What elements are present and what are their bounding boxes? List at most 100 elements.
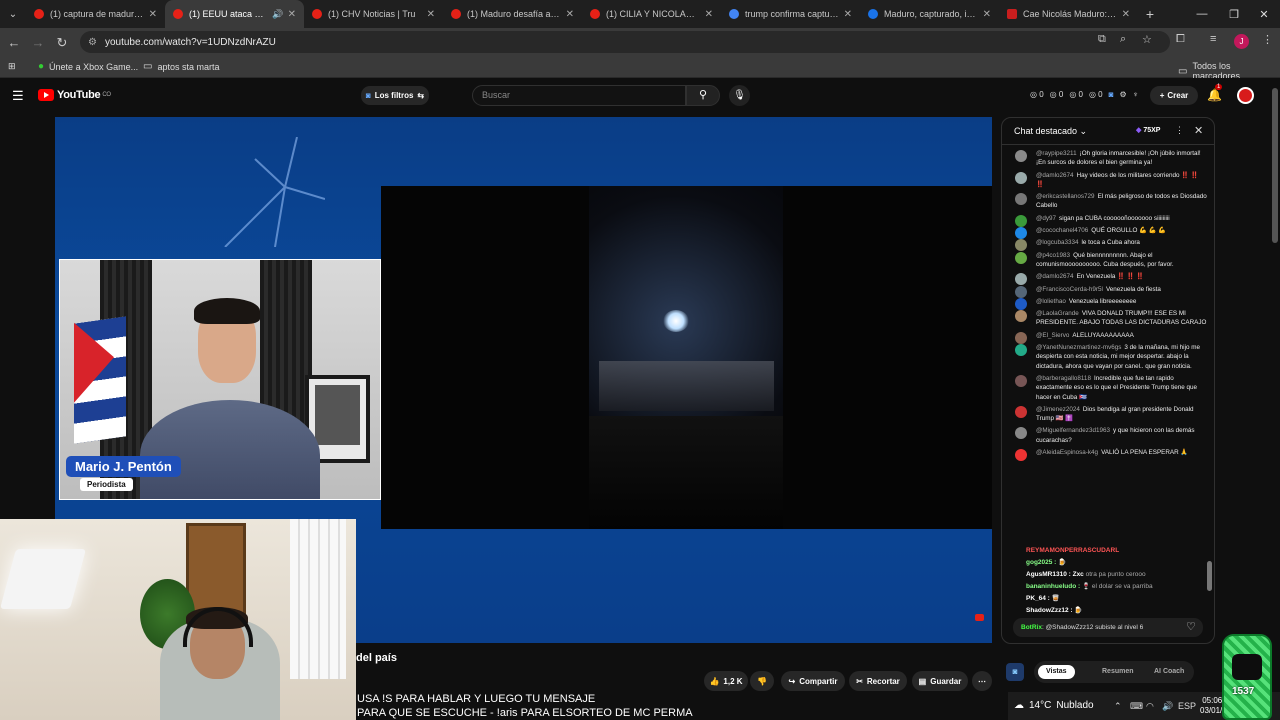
close-tab-icon[interactable]: ✕ <box>149 9 157 20</box>
chat-avatar[interactable] <box>1015 344 1027 357</box>
url-bar[interactable]: ⚙ youtube.com/watch?v=1UDNzdNrAZU <box>80 31 1170 53</box>
microphone-icon[interactable]: 🎙 <box>729 85 750 106</box>
browser-tab[interactable]: (1) CILIA Y NICOLAS MAD ✕ <box>582 0 721 28</box>
close-tab-icon[interactable]: ✕ <box>1122 9 1130 20</box>
youtube-logo[interactable]: YouTube CO <box>38 89 111 101</box>
close-tab-icon[interactable]: ✕ <box>983 9 991 20</box>
clip-button[interactable]: ✂ Recortar <box>849 671 907 691</box>
language-indicator[interactable]: ESP <box>1178 701 1196 711</box>
browser-menu-icon[interactable]: ⋮ <box>1262 33 1273 46</box>
minimize-icon[interactable]: — <box>1186 0 1218 28</box>
new-tab-icon[interactable]: + <box>1138 6 1162 22</box>
chat-author[interactable]: @Miguelfernandez3d1963 <box>1036 427 1110 434</box>
chat-author[interactable]: @logcuba3334 <box>1036 239 1078 246</box>
chat-avatar[interactable] <box>1015 449 1027 462</box>
filters-button[interactable]: ◙ Los filtros ⇆ <box>361 86 429 105</box>
like-button[interactable]: 👍 1,2 K <box>704 671 748 691</box>
site-info-icon[interactable]: ⚙ <box>88 37 97 48</box>
share-button[interactable]: ↪ Compartir <box>781 671 845 691</box>
back-icon[interactable]: ← <box>2 35 26 50</box>
chat-avatar[interactable] <box>1015 193 1027 206</box>
account-avatar[interactable] <box>1237 87 1254 104</box>
apps-grid-icon[interactable]: ⊞ <box>8 61 16 72</box>
browser-tab[interactable]: (1) captura de maduro - Y ✕ <box>26 0 165 28</box>
close-tab-icon[interactable]: ✕ <box>705 9 713 20</box>
dislike-button[interactable]: 👎 <box>750 671 774 691</box>
xp-badge[interactable]: ◆ 75XP <box>1136 126 1160 134</box>
chat-author[interactable]: @damlo2674 <box>1036 172 1074 179</box>
chat-author[interactable]: @LaolaGrande <box>1036 310 1079 317</box>
bookmark-folder[interactable]: ▭ aptos sta marta <box>143 61 219 72</box>
chat-avatar[interactable] <box>1015 273 1027 286</box>
search-input[interactable]: Buscar <box>472 85 686 106</box>
browser-tab[interactable]: trump confirma captura d ✕ <box>721 0 860 28</box>
chat-close-icon[interactable]: ✕ <box>1194 124 1203 137</box>
create-button[interactable]: + Crear <box>1150 86 1198 105</box>
chat-avatar[interactable] <box>1015 285 1027 298</box>
wifi-icon[interactable]: ◠ <box>1146 701 1154 712</box>
extension-icon[interactable]: ◙ <box>1006 663 1024 681</box>
browser-tab[interactable]: (1) Maduro desafía a Trun ✕ <box>443 0 582 28</box>
chat-author[interactable]: @p4co1983 <box>1036 252 1070 259</box>
search-icon[interactable]: ⚲ <box>686 85 720 106</box>
chat-author[interactable]: @YanetNunezmartinez-mv6gs <box>1036 344 1121 351</box>
browser-tab[interactable]: Cae Nicolás Maduro: Esta ✕ <box>999 0 1138 28</box>
chat-avatar[interactable] <box>1015 171 1027 184</box>
chat-avatar[interactable] <box>1015 150 1027 162</box>
chat-author[interactable]: @cocochanel4706 <box>1036 227 1088 234</box>
chat-avatar[interactable] <box>1015 251 1027 264</box>
chat-author[interactable]: @loliethao <box>1036 298 1066 305</box>
reload-icon[interactable]: ↻ <box>50 35 74 51</box>
tab-vistas[interactable]: Vistas <box>1038 665 1075 679</box>
weather-widget[interactable]: ☁ 14°C Nublado <box>1014 700 1094 711</box>
chat-author[interactable]: @raypipe3211 <box>1036 150 1077 157</box>
audio-playing-icon[interactable]: 🔊 <box>272 9 283 20</box>
chat-author[interactable]: @erikcastellanos729 <box>1036 193 1095 200</box>
close-tab-icon[interactable]: ✕ <box>566 9 574 20</box>
chat-author[interactable]: @FranciscoCerda-h9r5l <box>1036 286 1103 293</box>
forward-icon[interactable]: → <box>26 35 50 50</box>
chat-author[interactable]: @dy97 <box>1036 215 1056 222</box>
chat-avatar[interactable] <box>1015 405 1027 418</box>
tab-resumen[interactable]: Resumen <box>1094 665 1142 679</box>
bookmark-xbox[interactable]: ● Únete a Xbox Game... <box>38 61 138 72</box>
chat-mode-dropdown[interactable]: Chat destacado ⌄ <box>1014 126 1087 137</box>
heart-reaction-icon[interactable]: ♡ <box>1186 620 1196 633</box>
chat-scrollbar[interactable] <box>1207 147 1212 607</box>
chat-avatar[interactable] <box>1015 239 1027 252</box>
menu-icon[interactable]: ☰ <box>12 88 24 104</box>
restore-icon[interactable]: ❐ <box>1218 0 1250 28</box>
browser-tab[interactable]: (1) EEUU ataca al régi 🔊 ✕ <box>165 0 304 28</box>
chat-avatar[interactable] <box>1015 374 1027 387</box>
chevron-up-icon[interactable]: ⌃ <box>1114 701 1122 712</box>
chat-author[interactable]: @AleidaEspinosa-k4g <box>1036 449 1098 456</box>
close-tab-icon[interactable]: ✕ <box>288 9 296 20</box>
reading-list-icon[interactable]: ≡ <box>1210 33 1216 45</box>
chat-author[interactable]: @barberagallo8118 <box>1036 375 1091 382</box>
chat-avatar[interactable] <box>1015 427 1027 440</box>
browser-tab[interactable]: (1) CHV Noticias | Tru ✕ <box>304 0 443 28</box>
bookmark-star-icon[interactable]: ☆ <box>1142 33 1152 46</box>
browser-tab[interactable]: Maduro, capturado, infor ✕ <box>860 0 999 28</box>
close-window-icon[interactable]: ✕ <box>1248 0 1280 28</box>
chat-avatar[interactable] <box>1015 331 1027 344</box>
chat-options-icon[interactable]: ⋮ <box>1175 125 1184 136</box>
chat-input-bar[interactable]: BotRix: @ShadowZzz12 subiste al nivel 6 <box>1013 618 1203 637</box>
more-actions-icon[interactable]: ⋯ <box>972 671 992 691</box>
volume-icon[interactable]: 🔊 <box>1162 701 1173 712</box>
chat-avatar[interactable] <box>1015 297 1027 310</box>
close-tab-icon[interactable]: ✕ <box>427 9 435 20</box>
tab-ai-coach[interactable]: AI Coach <box>1146 665 1192 679</box>
chat-author[interactable]: @Jimenez2024 <box>1036 406 1080 413</box>
notifications-icon[interactable]: 🔔 1 <box>1207 84 1223 102</box>
page-scrollbar[interactable] <box>1272 88 1278 243</box>
keyboard-icon[interactable]: ⌨ <box>1130 701 1143 712</box>
chat-avatar[interactable] <box>1015 310 1027 323</box>
profile-avatar[interactable]: J <box>1234 34 1249 49</box>
tab-search-icon[interactable]: ⌄ <box>0 0 26 28</box>
extensions-icon[interactable]: ⧠ <box>1176 33 1185 46</box>
save-button[interactable]: ▤ Guardar <box>912 671 968 691</box>
clock[interactable]: 05:06 03/01/ <box>1200 696 1222 716</box>
chat-avatar[interactable] <box>1015 214 1027 227</box>
close-tab-icon[interactable]: ✕ <box>844 9 852 20</box>
